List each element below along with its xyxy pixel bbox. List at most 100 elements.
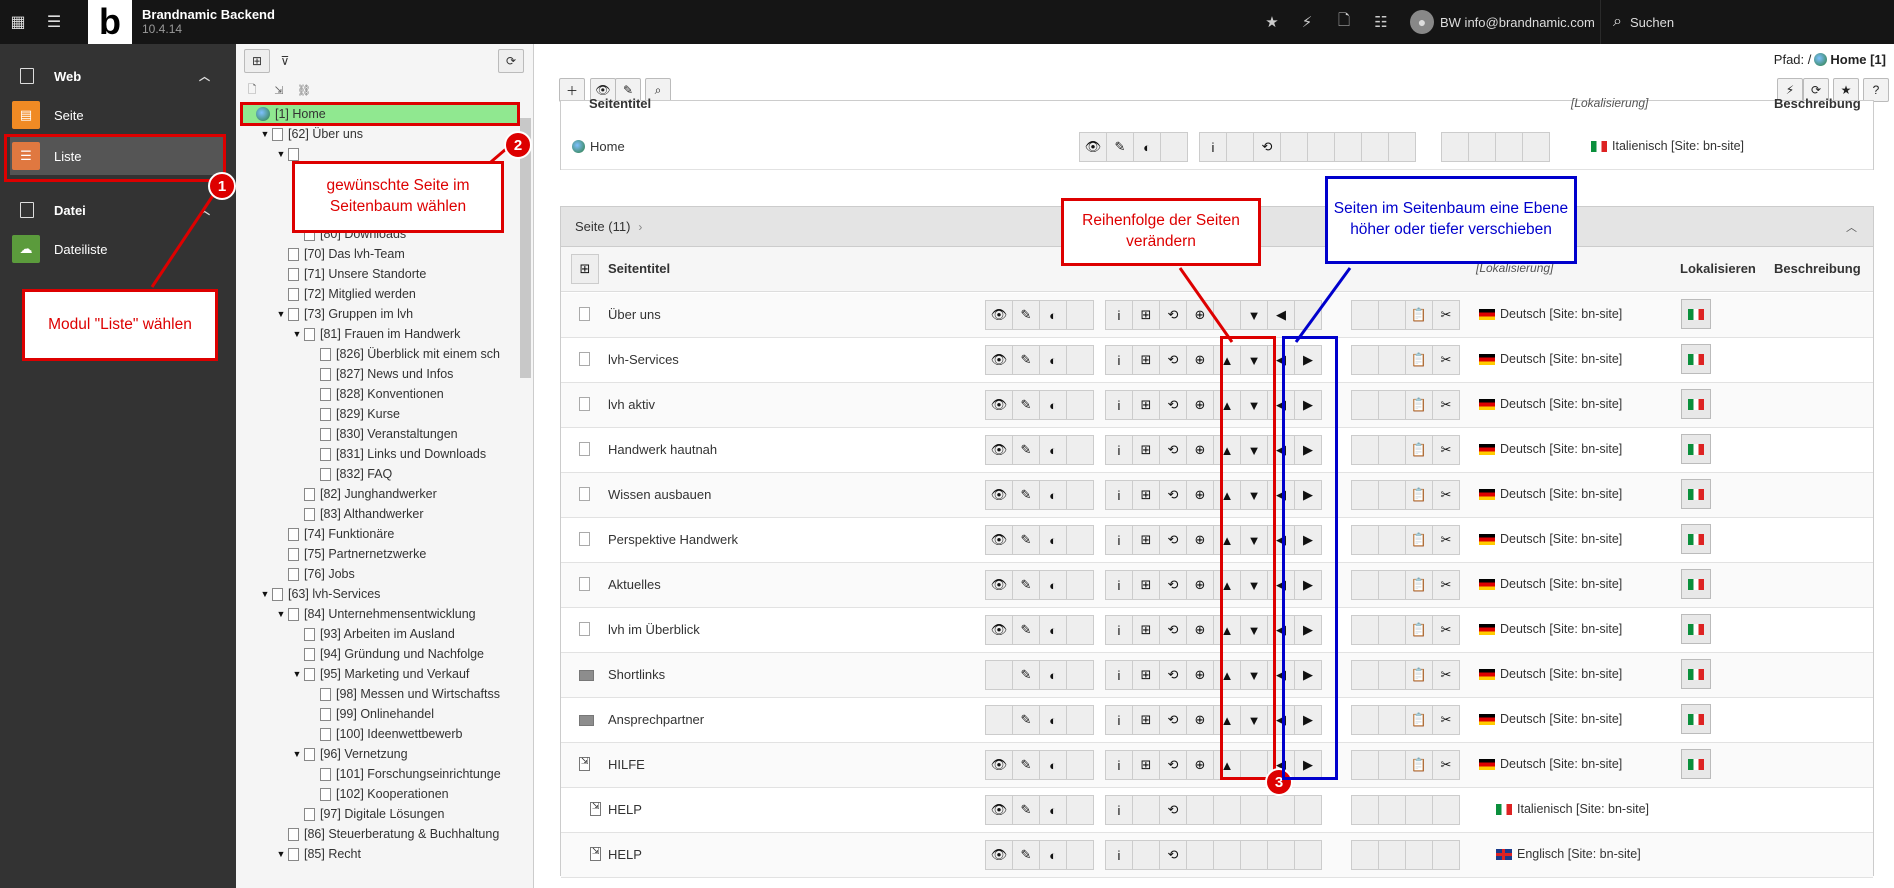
table-row-home[interactable]: Home 👁 ✎ ◐ i ⟲ Italienisch [Site: bn-sit…: [561, 125, 1873, 170]
clipboard-icon[interactable]: 📋: [1405, 570, 1433, 600]
row-title[interactable]: lvh aktiv: [608, 397, 655, 412]
clipboard-icon[interactable]: 📋: [1405, 750, 1433, 780]
clipboard-icon[interactable]: 📋: [1405, 480, 1433, 510]
edit-icon[interactable]: ✎: [1012, 480, 1040, 510]
tree-node[interactable]: ▼ [63] lvh-Services: [258, 584, 381, 604]
toggle-visibility-icon[interactable]: ◐: [1039, 345, 1067, 375]
cut-icon[interactable]: ✂: [1432, 300, 1460, 330]
row-title[interactable]: Shortlinks: [608, 667, 665, 682]
info-icon[interactable]: i: [1105, 705, 1133, 735]
table-row[interactable]: HILFE👁✎◐i⊞⟲⊕▲◀▶📋✂Deutsch [Site: bn-site]: [561, 743, 1873, 788]
tree-node[interactable]: [831] Links und Downloads: [306, 444, 486, 464]
localize-italian-button[interactable]: [1681, 659, 1711, 689]
row-title[interactable]: Perspektive Handwerk: [608, 532, 738, 547]
info-icon[interactable]: i: [1105, 570, 1133, 600]
path-current[interactable]: Home [1]: [1830, 52, 1886, 67]
toggle-visibility-icon[interactable]: ◐: [1039, 840, 1067, 870]
history-icon[interactable]: ⟲: [1159, 795, 1187, 825]
view-icon[interactable]: 👁: [985, 795, 1013, 825]
history-icon[interactable]: ⟲: [1159, 840, 1187, 870]
new-page-after-icon[interactable]: ⊕: [1186, 525, 1214, 555]
edit-icon[interactable]: ✎: [1012, 570, 1040, 600]
system-info-icon[interactable]: ☷: [1366, 0, 1396, 44]
toggle-visibility-icon[interactable]: ◐: [1039, 300, 1067, 330]
view-icon[interactable]: 👁: [985, 615, 1013, 645]
clipboard-icon[interactable]: 📋: [1405, 300, 1433, 330]
module-group-datei[interactable]: Datei ︿: [0, 190, 236, 230]
new-content-icon[interactable]: ⊞: [1132, 570, 1160, 600]
edit-icon[interactable]: ✎: [1012, 660, 1040, 690]
table-row[interactable]: lvh aktiv 👁 ✎ ◐ i ⊞ ⟲ ⊕ ▲ ▼ ◀ ▶ 📋 ✂ Deutsch [Site: bn-…: [561, 383, 1873, 428]
refresh-tree-button[interactable]: ⟳: [498, 49, 524, 73]
localize-italian-button[interactable]: [1681, 569, 1711, 599]
row-title[interactable]: Home: [590, 139, 625, 154]
edit-icon[interactable]: ✎: [1012, 795, 1040, 825]
module-group-web[interactable]: Web ︿: [0, 56, 236, 96]
edit-icon[interactable]: ✎: [1012, 435, 1040, 465]
tree-node[interactable]: [102] Kooperationen: [306, 784, 449, 804]
info-icon[interactable]: i: [1105, 615, 1133, 645]
info-icon[interactable]: i: [1105, 480, 1133, 510]
page-type-icon[interactable]: 🗋: [245, 83, 259, 97]
edit-icon[interactable]: ✎: [1012, 300, 1040, 330]
edit-icon[interactable]: ✎: [1012, 345, 1040, 375]
link-icon[interactable]: ⛓: [297, 83, 311, 97]
clipboard-icon[interactable]: 📋: [1405, 435, 1433, 465]
toggle-visibility-icon[interactable]: ◐: [1039, 795, 1067, 825]
tree-node[interactable]: [100] Ideenwettbewerb: [306, 724, 462, 744]
localize-italian-button[interactable]: [1681, 434, 1711, 464]
new-content-icon[interactable]: ⊞: [1132, 390, 1160, 420]
cut-icon[interactable]: ✂: [1432, 660, 1460, 690]
search-toggle[interactable]: ⌕ Suchen: [1600, 0, 1894, 44]
view-icon[interactable]: 👁: [985, 345, 1013, 375]
tree-node[interactable]: [70] Das lvh-Team: [274, 244, 405, 264]
tree-node[interactable]: ▼ [95] Marketing und Verkauf: [290, 664, 470, 684]
tree-node[interactable]: [830] Veranstaltungen: [306, 424, 458, 444]
toggle-visibility-icon[interactable]: ◐: [1039, 615, 1067, 645]
edit-icon[interactable]: ✎: [1012, 525, 1040, 555]
new-record-icon[interactable]: ⊞: [571, 254, 599, 284]
tree-node[interactable]: [74] Funktionäre: [274, 524, 394, 544]
new-content-icon[interactable]: ⊞: [1132, 705, 1160, 735]
history-icon[interactable]: ⟲: [1159, 570, 1187, 600]
localize-italian-button[interactable]: [1681, 389, 1711, 419]
edit-icon[interactable]: ✎: [1012, 705, 1040, 735]
toggle-visibility-icon[interactable]: ◐: [1039, 435, 1067, 465]
view-icon[interactable]: 👁: [985, 840, 1013, 870]
new-content-icon[interactable]: ⊞: [1132, 750, 1160, 780]
tree-toggle-icon[interactable]: ▼: [290, 669, 304, 679]
view-icon[interactable]: 👁: [985, 390, 1013, 420]
toggle-visibility-icon[interactable]: ◐: [1039, 750, 1067, 780]
history-icon[interactable]: ⟲: [1159, 300, 1187, 330]
module-item-dateiliste[interactable]: ☁ Dateiliste: [10, 230, 224, 268]
info-icon[interactable]: i: [1105, 435, 1133, 465]
tree-node[interactable]: ▼ [62] Über uns: [258, 124, 364, 144]
history-icon[interactable]: ⟲: [1159, 705, 1187, 735]
tree-node[interactable]: [98] Messen und Wirtschaftss: [306, 684, 500, 704]
edit-icon[interactable]: ✎: [1012, 390, 1040, 420]
cut-icon[interactable]: ✂: [1432, 705, 1460, 735]
cut-icon[interactable]: ✂: [1432, 345, 1460, 375]
table-row[interactable]: HELP👁✎◐i⟲Italienisch [Site: bn-site]: [561, 788, 1873, 833]
new-page-after-icon[interactable]: ⊕: [1186, 660, 1214, 690]
move-left-icon[interactable]: ◀: [1267, 300, 1295, 330]
tree-node[interactable]: [828] Konventionen: [306, 384, 444, 404]
cut-icon[interactable]: ✂: [1432, 570, 1460, 600]
table-row[interactable]: HELP👁✎◐i⟲Englisch [Site: bn-site]: [561, 833, 1873, 878]
history-icon[interactable]: ⟲: [1159, 435, 1187, 465]
document-icon[interactable]: 🗋: [1329, 0, 1359, 44]
toggle-visibility-icon[interactable]: ◐: [1039, 705, 1067, 735]
view-icon[interactable]: 👁: [985, 480, 1013, 510]
info-icon[interactable]: i: [1105, 840, 1133, 870]
tree-toggle-icon[interactable]: ▼: [274, 609, 288, 619]
tree-toggle-icon[interactable]: ▼: [258, 129, 272, 139]
table-row[interactable]: Handwerk hautnah 👁 ✎ ◐ i ⊞ ⟲ ⊕ ▲ ▼ ◀ ▶ 📋 ✂ Deutsch [Si…: [561, 428, 1873, 473]
user-menu[interactable]: ● BW info@brandnamic.com: [1410, 0, 1595, 44]
add-record-button[interactable]: ＋: [559, 78, 585, 102]
localize-italian-button[interactable]: [1681, 299, 1711, 329]
cut-icon[interactable]: ✂: [1432, 615, 1460, 645]
view-icon[interactable]: 👁: [985, 435, 1013, 465]
info-icon[interactable]: i: [1105, 525, 1133, 555]
move-down-icon[interactable]: ▼: [1240, 300, 1268, 330]
new-page-after-icon[interactable]: ⊕: [1186, 345, 1214, 375]
